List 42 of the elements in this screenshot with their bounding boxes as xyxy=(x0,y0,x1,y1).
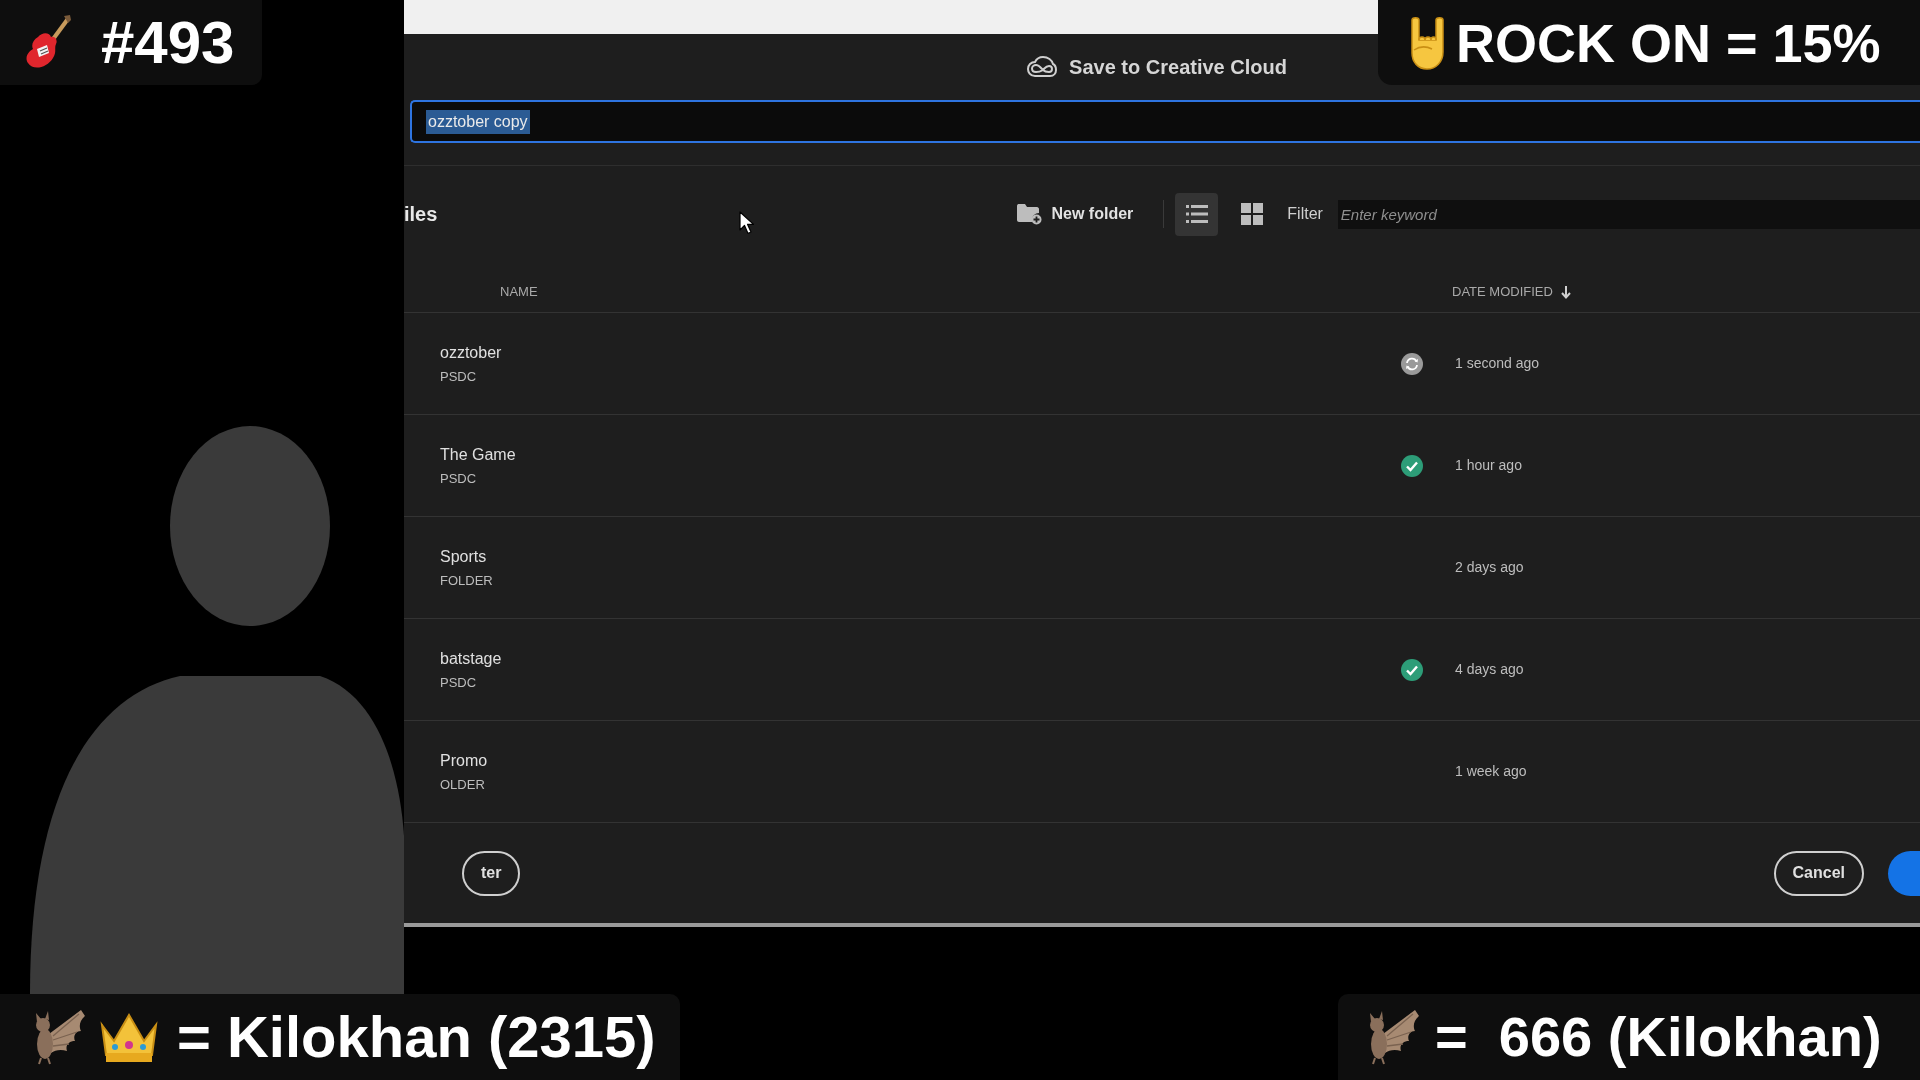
column-header[interactable]: DATE MODIFIED xyxy=(1452,282,1553,302)
dialog-title: Save to Creative Cloud xyxy=(1069,55,1287,80)
list-icon xyxy=(1185,204,1208,224)
file-row[interactable]: The Game PSDC 1 hour ago xyxy=(404,415,1920,517)
modified-date: 1 second ago xyxy=(1455,354,1540,373)
rock-on-text: ROCK ON = 15% xyxy=(1456,15,1881,70)
file-name: Sports xyxy=(440,547,487,566)
file-row[interactable]: ozztober PSDC 1 second ago xyxy=(404,313,1920,415)
file-name: Promo xyxy=(440,751,488,770)
file-type: OLDER xyxy=(440,777,485,792)
modified-date: 4 days ago xyxy=(1455,660,1524,679)
file-row[interactable]: batstage PSDC 4 days ago xyxy=(404,619,1920,721)
list-view-button[interactable] xyxy=(1175,192,1219,236)
file-name: ozztober xyxy=(440,343,502,362)
guitar-icon xyxy=(25,14,71,71)
modified-date: 1 week ago xyxy=(1455,762,1527,781)
modified-date: 1 hour ago xyxy=(1455,456,1522,475)
file-type: PSDC xyxy=(440,675,477,690)
primary-button[interactable] xyxy=(1888,850,1920,896)
filter-field[interactable]: Enter keyword xyxy=(1337,199,1920,229)
file-name: batstage xyxy=(440,649,502,668)
footer-button[interactable]: ter xyxy=(462,850,521,896)
crown-icon xyxy=(98,1011,160,1063)
filename-text: ozztober copy xyxy=(426,109,530,134)
cloud-icon xyxy=(1027,56,1058,78)
file-row[interactable]: Sports FOLDER 2 days ago xyxy=(404,517,1920,619)
column-header[interactable]: NAME xyxy=(500,282,538,302)
section-heading: iles xyxy=(404,202,438,227)
filter-label: Filter xyxy=(1287,204,1323,224)
folder-plus-icon xyxy=(1016,203,1042,225)
file-name: The Game xyxy=(440,445,516,464)
grid-icon xyxy=(1240,203,1263,225)
filename-field[interactable]: ozztober copy xyxy=(410,100,1920,143)
file-row[interactable]: Promo OLDER 1 week ago xyxy=(404,721,1920,823)
file-type: FOLDER xyxy=(440,573,493,588)
cancel-button[interactable]: Cancel xyxy=(1773,850,1864,896)
modified-date: 2 days ago xyxy=(1455,558,1524,577)
episode-number: #493 xyxy=(101,12,235,73)
file-type: PSDC xyxy=(440,369,477,384)
file-type: PSDC xyxy=(440,471,477,486)
mouse-pointer-icon xyxy=(739,211,755,235)
new-folder-button[interactable]: New folder xyxy=(1016,194,1134,234)
